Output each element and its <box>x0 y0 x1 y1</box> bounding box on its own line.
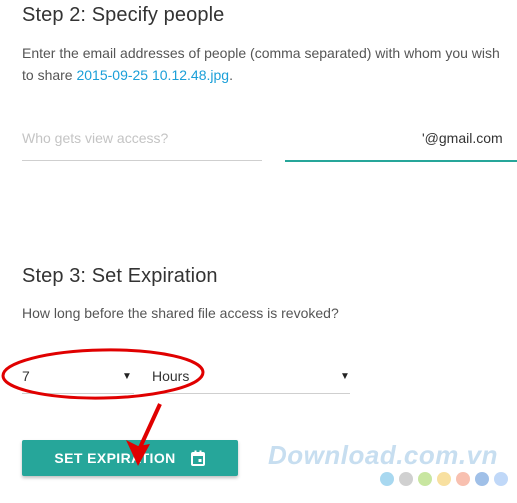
email-underline <box>285 160 517 162</box>
amount-value: 7 <box>22 368 30 384</box>
amount-caret-icon: ▼ <box>122 371 132 382</box>
unit-select[interactable]: Hours ▼ <box>152 364 350 396</box>
watermark-dots <box>380 472 510 486</box>
step3-description: How long before the shared file access i… <box>22 305 339 321</box>
amount-underline <box>22 393 134 394</box>
watermark-dot <box>475 472 489 486</box>
email-value: '@gmail.com <box>422 130 503 146</box>
shared-file-link[interactable]: 2015-09-25 10.12.48.jpg <box>76 67 229 83</box>
calendar-icon <box>190 450 205 466</box>
set-expiration-button[interactable]: SET EXPIRATION <box>22 440 238 476</box>
watermark-dot <box>494 472 508 486</box>
unit-underline <box>152 393 350 394</box>
watermark-dot <box>418 472 432 486</box>
view-access-placeholder: Who gets view access? <box>22 130 169 146</box>
watermark-dot <box>399 472 413 486</box>
unit-caret-icon: ▼ <box>340 371 350 382</box>
view-access-underline <box>22 160 262 161</box>
step3-title: Step 3: Set Expiration <box>22 265 218 287</box>
amount-select[interactable]: 7 ▼ <box>22 364 134 396</box>
unit-value: Hours <box>152 368 190 384</box>
step2-description-suffix: . <box>229 67 233 83</box>
email-field[interactable]: '@gmail.com <box>285 126 517 162</box>
watermark-dot <box>380 472 394 486</box>
set-expiration-label: SET EXPIRATION <box>54 450 176 466</box>
watermark-dot <box>456 472 470 486</box>
view-access-field[interactable]: Who gets view access? <box>22 126 262 162</box>
step2-description: Enter the email addresses of people (com… <box>22 42 507 86</box>
watermark-logo: Download.com.vn <box>268 440 498 470</box>
step2-title: Step 2: Specify people <box>22 4 225 26</box>
watermark-dot <box>437 472 451 486</box>
